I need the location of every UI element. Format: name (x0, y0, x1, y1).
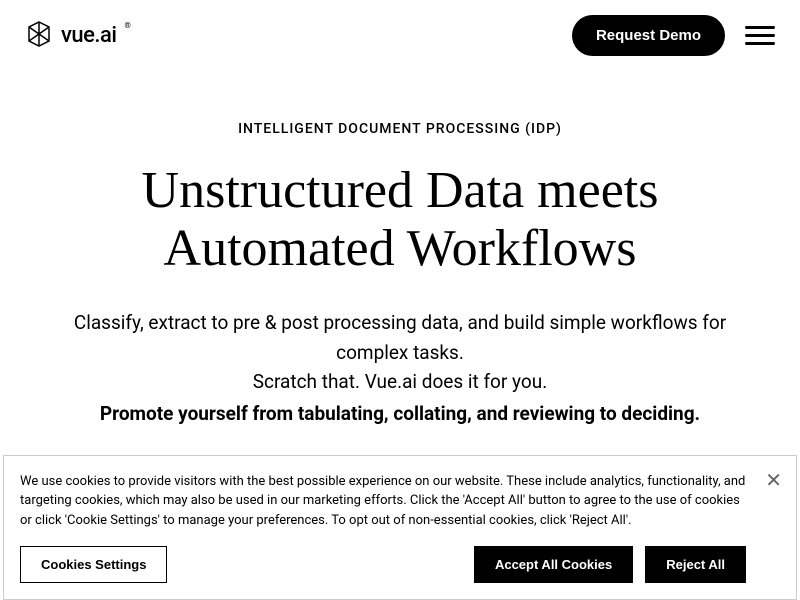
hero-description-line-1: Classify, extract to pre & post processi… (60, 308, 740, 367)
logo-icon (25, 20, 53, 52)
header-right: Request Demo (572, 15, 775, 56)
hamburger-line (745, 26, 775, 29)
cookies-settings-button[interactable]: Cookies Settings (20, 546, 167, 583)
hamburger-menu-icon[interactable] (745, 26, 775, 45)
hamburger-line (745, 42, 775, 45)
cookie-banner: ✕ We use cookies to provide visitors wit… (3, 455, 797, 600)
logo-text: vue.ai (61, 23, 117, 48)
accept-all-cookies-button[interactable]: Accept All Cookies (474, 546, 633, 583)
header: vue.ai ® Request Demo (0, 0, 800, 71)
hero-section: INTELLIGENT DOCUMENT PROCESSING (IDP) Un… (0, 71, 800, 448)
registered-mark: ® (125, 21, 131, 30)
hero-description-line-2: Scratch that. Vue.ai does it for you. (60, 367, 740, 396)
cookie-buttons: Cookies Settings Accept All Cookies Reje… (20, 546, 746, 583)
hero-description: Classify, extract to pre & post processi… (60, 308, 740, 428)
request-demo-button[interactable]: Request Demo (572, 15, 725, 56)
hero-title: Unstructured Data meets Automated Workfl… (40, 162, 760, 278)
close-icon[interactable]: ✕ (765, 468, 782, 492)
hamburger-line (745, 34, 775, 37)
reject-all-button[interactable]: Reject All (645, 546, 746, 583)
hero-bold-line: Promote yourself from tabulating, collat… (60, 399, 740, 428)
logo[interactable]: vue.ai ® (25, 20, 131, 52)
cookie-text: We use cookies to provide visitors with … (20, 472, 746, 531)
hero-eyebrow: INTELLIGENT DOCUMENT PROCESSING (IDP) (40, 121, 760, 137)
